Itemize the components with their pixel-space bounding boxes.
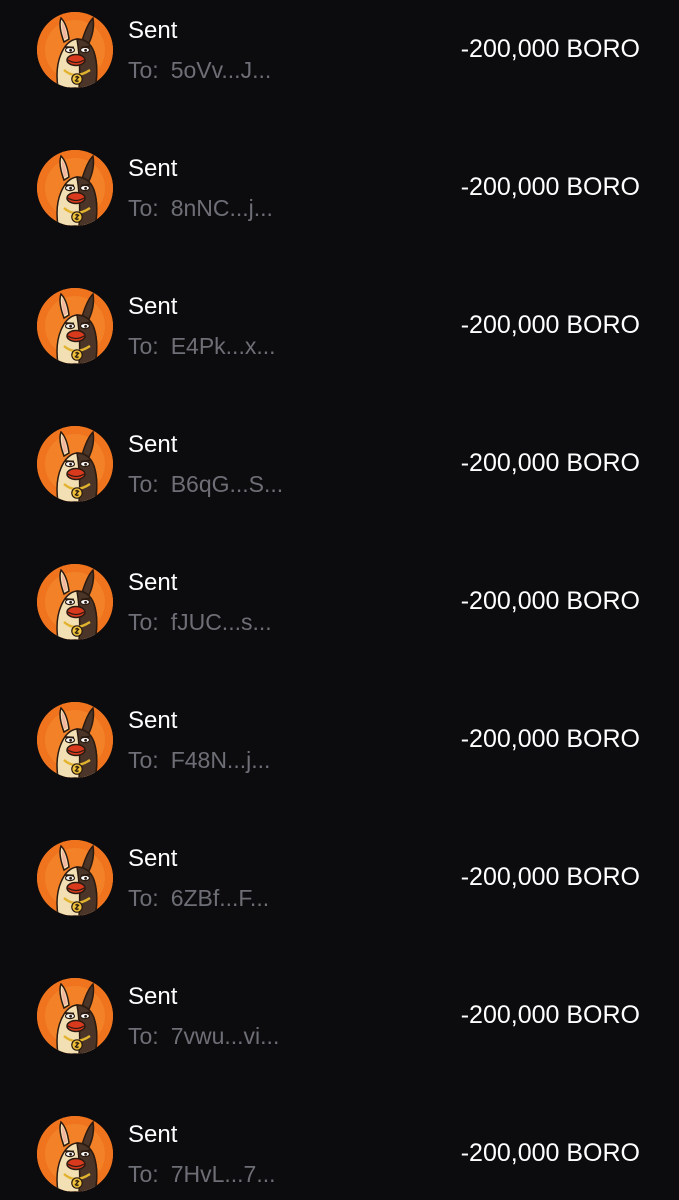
transaction-status: Sent	[128, 293, 178, 320]
transaction-row[interactable]: Sent To: 8nNC...j... -200,000 BORO	[0, 138, 679, 276]
transaction-list: Sent To: 5oVv...J... -200,000 BORO Sent T…	[0, 0, 679, 1200]
transaction-amount: -200,000 BORO	[460, 449, 640, 477]
transaction-status: Sent	[128, 431, 178, 458]
transaction-row[interactable]: Sent To: 7vwu...vi... -200,000 BORO	[0, 966, 679, 1104]
transaction-amount: -200,000 BORO	[460, 587, 640, 615]
boro-mascot-avatar-icon	[37, 12, 113, 88]
boro-mascot-avatar-icon	[37, 564, 113, 640]
transaction-amount: -200,000 BORO	[460, 725, 640, 753]
recipient-address: fJUC...s...	[170, 609, 272, 635]
recipient-address: 6ZBf...F...	[170, 885, 270, 911]
recipient-address: 7vwu...vi...	[170, 1023, 280, 1049]
transaction-amount: -200,000 BORO	[460, 863, 640, 891]
transaction-row[interactable]: Sent To: 5oVv...J... -200,000 BORO	[0, 0, 679, 138]
transaction-status: Sent	[128, 569, 178, 596]
recipient-prefix: To:	[128, 471, 159, 497]
transaction-row[interactable]: Sent To: 7HvL...7... -200,000 BORO	[0, 1104, 679, 1200]
transaction-row[interactable]: Sent To: fJUC...s... -200,000 BORO	[0, 552, 679, 690]
recipient-address: B6qG...S...	[170, 471, 284, 497]
recipient-prefix: To:	[128, 885, 159, 911]
recipient-address: 7HvL...7...	[170, 1161, 276, 1187]
recipient-prefix: To:	[128, 1023, 159, 1049]
transaction-status: Sent	[128, 707, 178, 734]
boro-mascot-avatar-icon	[37, 978, 113, 1054]
transaction-amount: -200,000 BORO	[460, 1001, 640, 1029]
transaction-amount: -200,000 BORO	[460, 173, 640, 201]
transaction-status: Sent	[128, 845, 178, 872]
recipient-line: To: fJUC...s...	[128, 608, 272, 636]
transaction-row[interactable]: Sent To: F48N...j... -200,000 BORO	[0, 690, 679, 828]
recipient-line: To: 7vwu...vi...	[128, 1022, 279, 1050]
boro-mascot-avatar-icon	[37, 150, 113, 226]
recipient-prefix: To:	[128, 57, 159, 83]
recipient-prefix: To:	[128, 1161, 159, 1187]
transaction-amount: -200,000 BORO	[460, 311, 640, 339]
transaction-row[interactable]: Sent To: 6ZBf...F... -200,000 BORO	[0, 828, 679, 966]
boro-mascot-avatar-icon	[37, 288, 113, 364]
recipient-line: To: 6ZBf...F...	[128, 884, 269, 912]
recipient-address: 5oVv...J...	[170, 57, 272, 83]
recipient-prefix: To:	[128, 195, 159, 221]
recipient-line: To: E4Pk...x...	[128, 332, 276, 360]
recipient-address: F48N...j...	[170, 747, 271, 773]
boro-mascot-avatar-icon	[37, 1116, 113, 1192]
recipient-prefix: To:	[128, 609, 159, 635]
transaction-row[interactable]: Sent To: B6qG...S... -200,000 BORO	[0, 414, 679, 552]
transaction-row[interactable]: Sent To: E4Pk...x... -200,000 BORO	[0, 276, 679, 414]
recipient-line: To: 7HvL...7...	[128, 1160, 276, 1188]
transaction-status: Sent	[128, 155, 178, 182]
boro-mascot-avatar-icon	[37, 702, 113, 778]
recipient-line: To: 5oVv...J...	[128, 56, 271, 84]
recipient-line: To: F48N...j...	[128, 746, 270, 774]
recipient-prefix: To:	[128, 747, 159, 773]
transaction-status: Sent	[128, 1121, 178, 1148]
boro-mascot-avatar-icon	[37, 840, 113, 916]
recipient-address: E4Pk...x...	[170, 333, 276, 359]
recipient-line: To: B6qG...S...	[128, 470, 283, 498]
transaction-amount: -200,000 BORO	[460, 1139, 640, 1167]
recipient-line: To: 8nNC...j...	[128, 194, 273, 222]
transaction-status: Sent	[128, 983, 178, 1010]
recipient-address: 8nNC...j...	[170, 195, 273, 221]
transaction-amount: -200,000 BORO	[460, 35, 640, 63]
boro-mascot-avatar-icon	[37, 426, 113, 502]
recipient-prefix: To:	[128, 333, 159, 359]
transaction-status: Sent	[128, 17, 178, 44]
